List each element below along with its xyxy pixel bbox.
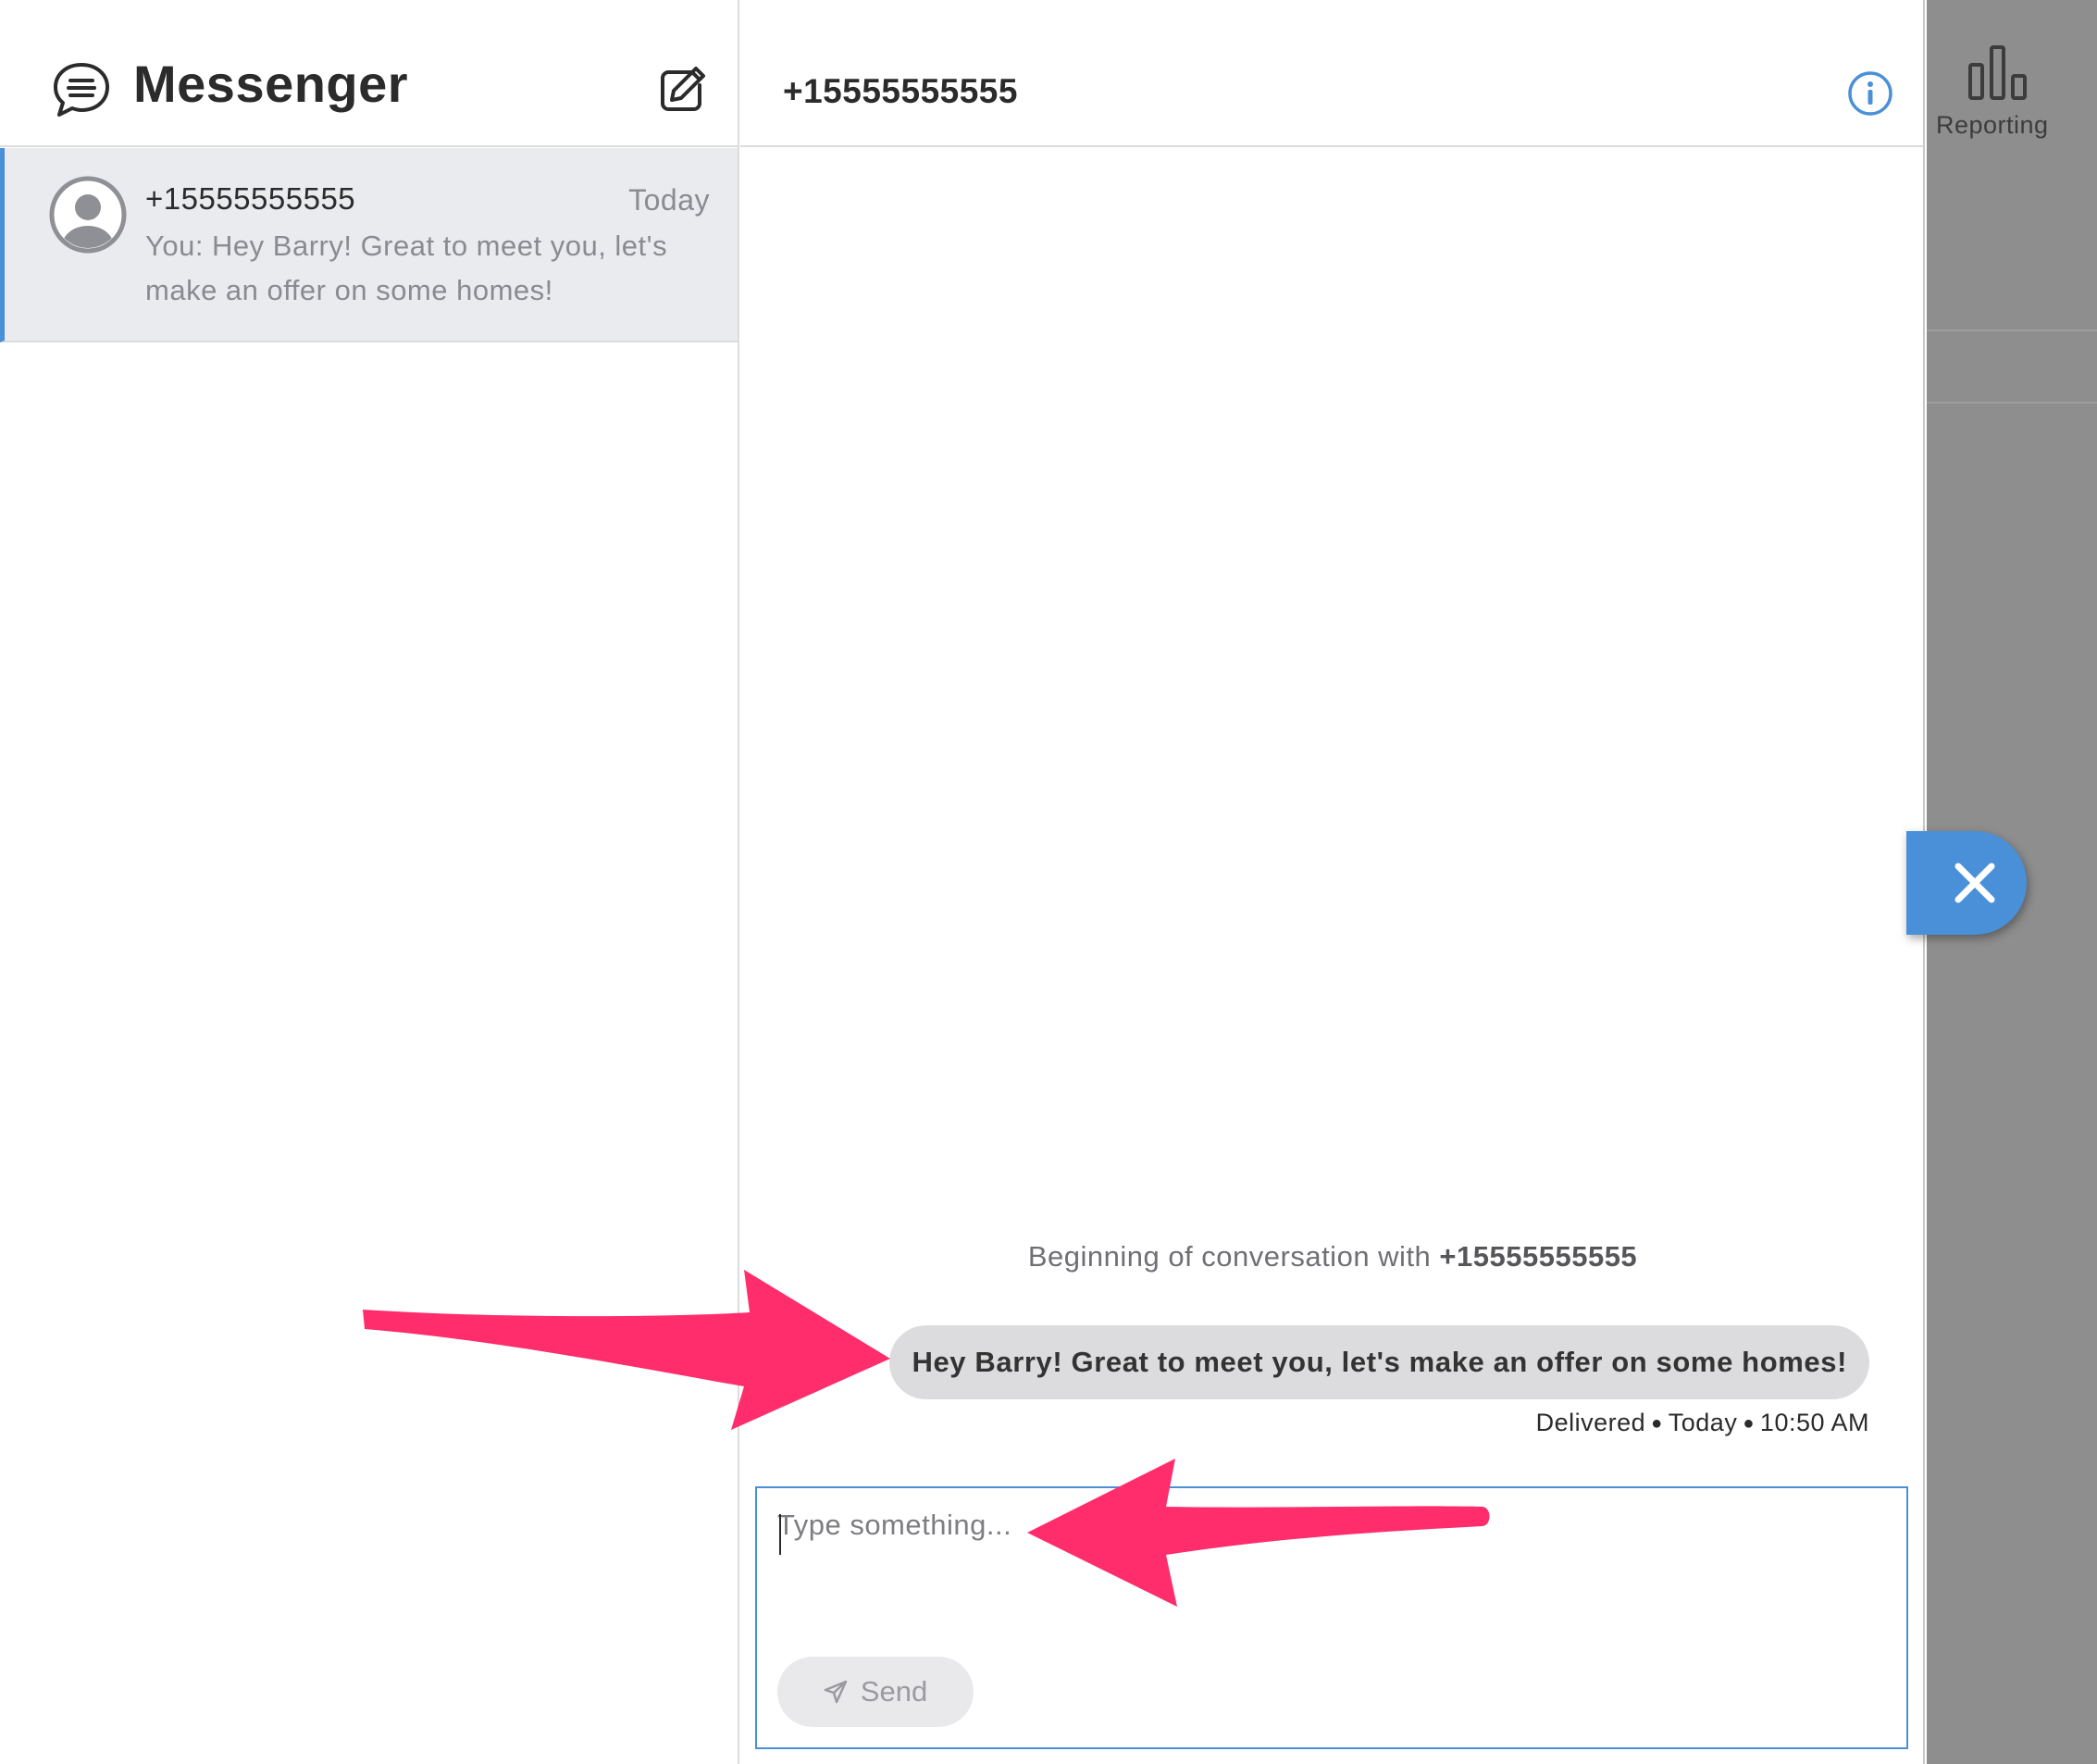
chat-panel: +15555555555 Beginning of conversation w… — [740, 0, 1925, 1764]
background-nav: Reporting — [1927, 0, 2097, 146]
message-bubble: Hey Barry! Great to meet you, let's make… — [889, 1325, 1869, 1399]
separator-dot: ● — [1743, 1413, 1755, 1435]
send-button-label: Send — [860, 1675, 928, 1708]
conversation-time: Today — [628, 183, 710, 217]
paper-plane-icon — [824, 1680, 848, 1704]
text-cursor — [779, 1514, 781, 1555]
user-avatar-icon — [49, 176, 127, 254]
conversation-list-item[interactable]: +15555555555 Today You: Hey Barry! Great… — [0, 148, 738, 342]
reporting-nav-label[interactable]: Reporting — [1936, 111, 2049, 140]
send-button[interactable]: Send — [777, 1657, 974, 1727]
messenger-title: Messenger — [133, 55, 409, 113]
chat-header-phone: +15555555555 — [783, 72, 1018, 110]
separator-dot: ● — [1651, 1413, 1663, 1435]
bar-chart-icon[interactable] — [1967, 44, 2029, 102]
conversation-phone: +15555555555 — [145, 181, 356, 216]
message-day: Today — [1668, 1409, 1738, 1436]
conversation-start-text: Beginning of conversation with — [1027, 1240, 1440, 1273]
close-icon — [1954, 863, 1995, 903]
conversation-start-phone: +15555555555 — [1439, 1240, 1638, 1273]
divider — [1927, 402, 2097, 404]
message-status: Delivered ● Today ● 10:50 AM — [1536, 1409, 1869, 1437]
message-input[interactable] — [777, 1509, 1884, 1638]
close-button[interactable] — [1906, 831, 2027, 935]
message-delivery-status: Delivered — [1535, 1409, 1646, 1436]
message-time: 10:50 AM — [1759, 1409, 1869, 1436]
chat-bubble-icon — [54, 63, 109, 117]
info-icon[interactable] — [1847, 70, 1893, 117]
chat-header: +15555555555 — [740, 0, 1923, 147]
message-composer: Send — [755, 1486, 1908, 1749]
messenger-header: Messenger — [0, 0, 738, 147]
conversation-start-notice: Beginning of conversation with +15555555… — [740, 1240, 1925, 1273]
divider — [1927, 329, 2097, 331]
compose-icon[interactable] — [655, 63, 707, 115]
conversation-preview: You: Hey Barry! Great to meet you, let's… — [145, 230, 668, 306]
conversation-list-panel: Messenger +15555555555 Today You: Hey Ba… — [0, 0, 739, 1764]
